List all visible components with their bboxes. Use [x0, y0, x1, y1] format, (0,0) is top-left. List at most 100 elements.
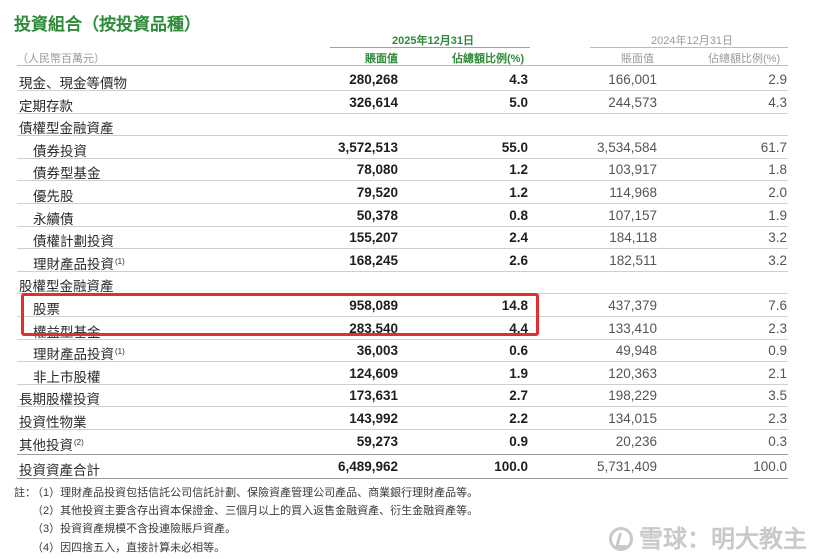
prior-value: 166,001 [608, 72, 657, 87]
table-row: 現金、現金等價物 280,268 4.3 166,001 2.9 [0, 69, 825, 91]
row-label: 理財產品投資(1) [33, 343, 125, 363]
prior-value: 182,511 [609, 253, 657, 268]
prior-value: 103,917 [608, 162, 657, 177]
prior-value: 133,410 [608, 321, 657, 336]
watermark: 雪球：明大教主 [609, 519, 807, 554]
row-label-text: 長期股權投資 [19, 392, 100, 407]
prior-pct: 4.3 [768, 95, 787, 110]
prior-pct: 2.0 [768, 185, 787, 200]
snowball-logo-icon [609, 527, 633, 551]
prior-value: 198,229 [608, 388, 657, 403]
prior-pct: 2.9 [768, 72, 787, 87]
row-label-text: 股權型金融資產 [19, 279, 114, 294]
col-book-value-prior: 賬面值 [621, 53, 654, 65]
table-row: 股權型金融資產 [0, 272, 825, 294]
table-row: 其他投資(2) 59,273 0.9 20,236 0.3 [0, 431, 825, 453]
period-current: 2025年12月31日 [392, 35, 474, 47]
prior-pct: 7.6 [768, 298, 787, 313]
cur-value: 143,992 [349, 411, 398, 426]
cur-pct: 5.0 [509, 95, 528, 110]
cur-value: 78,080 [356, 162, 398, 177]
row-label: 股權型金融資產 [19, 275, 114, 295]
total-bottom-rule [17, 478, 788, 479]
note-1: （1）理財產品投資包括信託公司信託計劃、保險資產管理公司產品、商業銀行理財產品等… [32, 487, 479, 499]
cur-value: 124,609 [349, 366, 398, 381]
watermark-text: 雪球：明大教主 [639, 526, 807, 553]
table-row: 債權計劃投資 155,207 2.4 184,118 3.2 [0, 227, 825, 249]
cur-pct: 2.6 [509, 253, 528, 268]
total-prior-value: 5,731,409 [596, 459, 657, 474]
row-label-text: 優先股 [33, 189, 74, 204]
row-divider [17, 180, 788, 181]
row-label-text: 債權計劃投資 [33, 234, 114, 249]
row-label-text: 現金、現金等價物 [19, 76, 127, 91]
prior-pct: 0.9 [768, 343, 787, 358]
prior-value: 3,534,584 [596, 140, 657, 155]
total-cur-value: 6,489,962 [337, 459, 398, 474]
prior-pct: 3.2 [768, 230, 787, 245]
row-label-text: 債權型金融資產 [19, 121, 114, 136]
period-current-rule [330, 47, 530, 48]
period-prior-rule [590, 47, 788, 48]
table-row: 定期存款 326,614 5.0 244,573 4.3 [0, 92, 825, 114]
cur-pct: 1.2 [509, 162, 528, 177]
row-label: 其他投資(2) [19, 434, 84, 454]
table-row: 理財產品投資(1) 168,245 2.6 182,511 3.2 [0, 250, 825, 272]
prior-value: 437,379 [608, 298, 657, 313]
total-row: 投資資產合計 6,489,962 100.0 5,731,409 100.0 [0, 456, 825, 478]
table-row: 債券型基金 78,080 1.2 103,917 1.8 [0, 159, 825, 181]
prior-value: 114,968 [609, 185, 657, 200]
row-label: 優先股 [33, 185, 74, 205]
footnote-ref: (1) [115, 347, 125, 356]
col-ratio-prior: 佔總額比例(%) [708, 53, 781, 65]
cur-pct: 2.7 [509, 388, 528, 403]
cur-pct: 0.6 [509, 343, 528, 358]
cur-value: 79,520 [356, 185, 398, 200]
row-label: 定期存款 [19, 95, 73, 115]
row-divider [17, 406, 788, 407]
cur-pct: 0.9 [509, 434, 528, 449]
table-row: 長期股權投資 173,631 2.7 198,229 3.5 [0, 385, 825, 407]
cur-value: 168,245 [349, 253, 398, 268]
row-label: 債券投資 [33, 140, 87, 160]
table-row: 理財產品投資(1) 36,003 0.6 49,948 0.9 [0, 340, 825, 362]
prior-pct: 0.3 [768, 434, 787, 449]
prior-pct: 1.8 [768, 162, 787, 177]
footnote-ref: (1) [115, 257, 125, 266]
prior-value: 120,363 [608, 366, 657, 381]
row-label: 長期股權投資 [19, 388, 100, 408]
highlight-box [21, 293, 539, 336]
header-rule [17, 65, 788, 66]
row-label-text: 永續債 [33, 212, 74, 227]
row-label: 非上市股權 [33, 366, 101, 386]
row-label: 投資性物業 [19, 411, 87, 431]
prior-pct: 3.2 [768, 253, 787, 268]
row-label-text: 理財產品投資 [33, 257, 114, 272]
cur-value: 280,268 [349, 72, 398, 87]
total-rule [17, 454, 788, 455]
note-4: （4）因四捨五入，直接計算未必相等。 [32, 542, 226, 554]
row-label: 理財產品投資(1) [33, 253, 125, 273]
page-title: 投資組合（按投資品種） [14, 15, 201, 34]
row-label-text: 其他投資 [19, 438, 73, 453]
row-label: 債權型金融資產 [19, 117, 114, 137]
cur-pct: 1.2 [509, 185, 528, 200]
row-divider [17, 90, 788, 91]
row-label: 現金、現金等價物 [19, 72, 127, 92]
table-row: 債券投資 3,572,513 55.0 3,534,584 61.7 [0, 137, 825, 159]
row-label: 債權計劃投資 [33, 230, 114, 250]
cur-value: 326,614 [349, 95, 398, 110]
cur-value: 59,273 [356, 434, 398, 449]
cur-value: 36,003 [356, 343, 398, 358]
prior-pct: 61.7 [760, 140, 787, 155]
row-label-text: 投資性物業 [19, 415, 87, 430]
total-prior-pct: 100.0 [753, 459, 787, 474]
total-cur-pct: 100.0 [494, 459, 528, 474]
table-row: 永續債 50,378 0.8 107,157 1.9 [0, 205, 825, 227]
prior-value: 107,157 [608, 208, 657, 223]
footnote-ref: (2) [74, 438, 84, 447]
row-label-text: 理財產品投資 [33, 347, 114, 362]
col-book-value-current: 賬面值 [365, 53, 398, 65]
row-divider [17, 135, 788, 136]
cur-value: 173,631 [349, 388, 398, 403]
